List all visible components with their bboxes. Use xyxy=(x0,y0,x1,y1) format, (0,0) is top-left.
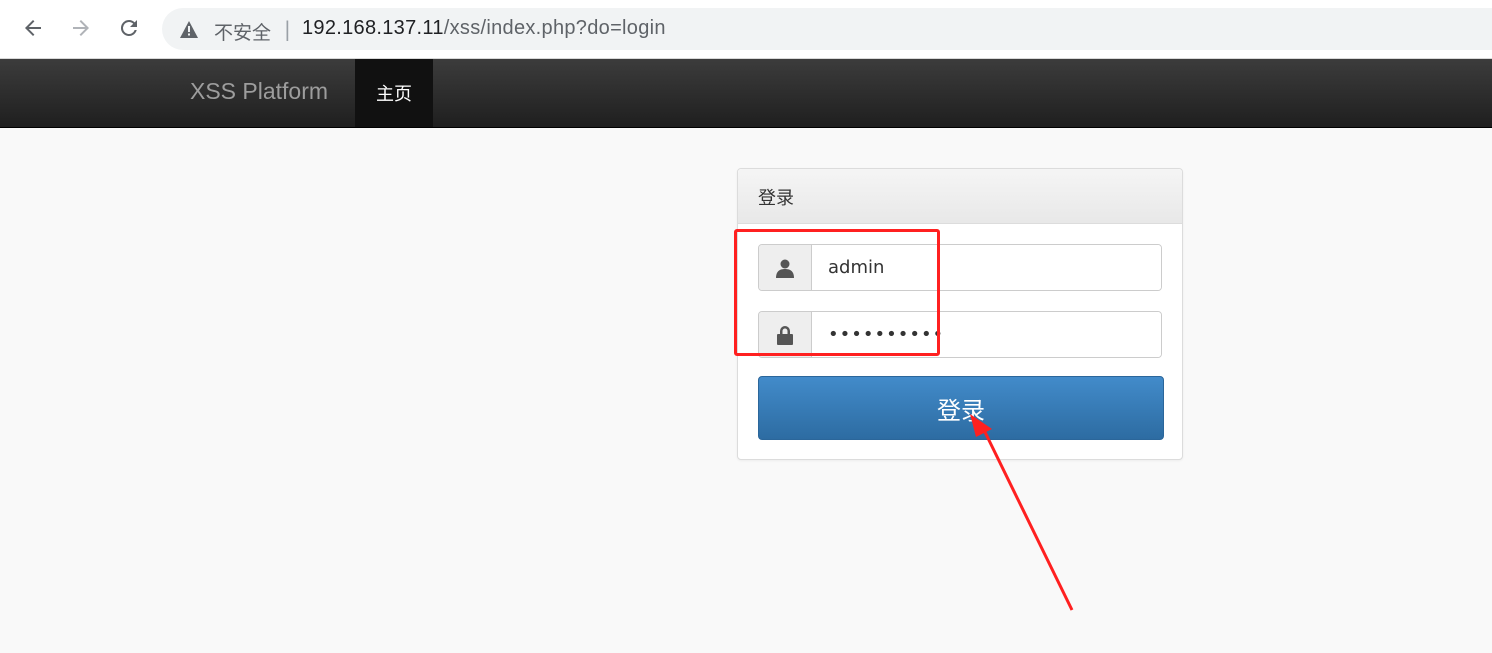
arrow-right-icon xyxy=(73,20,89,36)
address-bar[interactable]: 不安全 | 192.168.137.11/xss/index.php?do=lo… xyxy=(162,8,1492,50)
nav-item-home[interactable]: 主页 xyxy=(355,59,433,127)
reload-icon xyxy=(120,19,137,36)
browser-toolbar: 不安全 | 192.168.137.11/xss/index.php?do=lo… xyxy=(0,0,1492,59)
brand-link[interactable]: XSS Platform xyxy=(190,78,328,105)
login-submit-button[interactable]: 登录 xyxy=(758,376,1164,440)
back-button[interactable] xyxy=(18,13,48,43)
url-text[interactable]: 192.168.137.11/xss/index.php?do=login xyxy=(302,17,666,40)
url-path: /xss/index.php?do=login xyxy=(443,17,666,39)
login-panel: 登录 登录 xyxy=(737,168,1183,460)
panel-heading: 登录 xyxy=(738,169,1182,224)
username-field[interactable] xyxy=(812,245,1161,290)
password-input-group xyxy=(758,311,1162,358)
top-navbar: XSS Platform 主页 xyxy=(0,59,1492,128)
arrow-left-icon xyxy=(25,20,41,36)
url-host: 192.168.137.11 xyxy=(302,17,444,39)
lock-icon xyxy=(777,325,793,345)
warning-triangle-icon[interactable] xyxy=(180,21,198,38)
security-separator: | xyxy=(284,17,291,41)
security-status-label[interactable]: 不安全 xyxy=(214,18,271,45)
username-input-group xyxy=(758,244,1162,291)
password-addon xyxy=(759,312,812,357)
forward-button[interactable] xyxy=(66,13,96,43)
panel-title: 登录 xyxy=(758,188,794,209)
password-field[interactable] xyxy=(812,312,1161,357)
reload-button[interactable] xyxy=(114,13,144,43)
username-addon xyxy=(759,245,812,290)
user-icon xyxy=(776,259,794,278)
